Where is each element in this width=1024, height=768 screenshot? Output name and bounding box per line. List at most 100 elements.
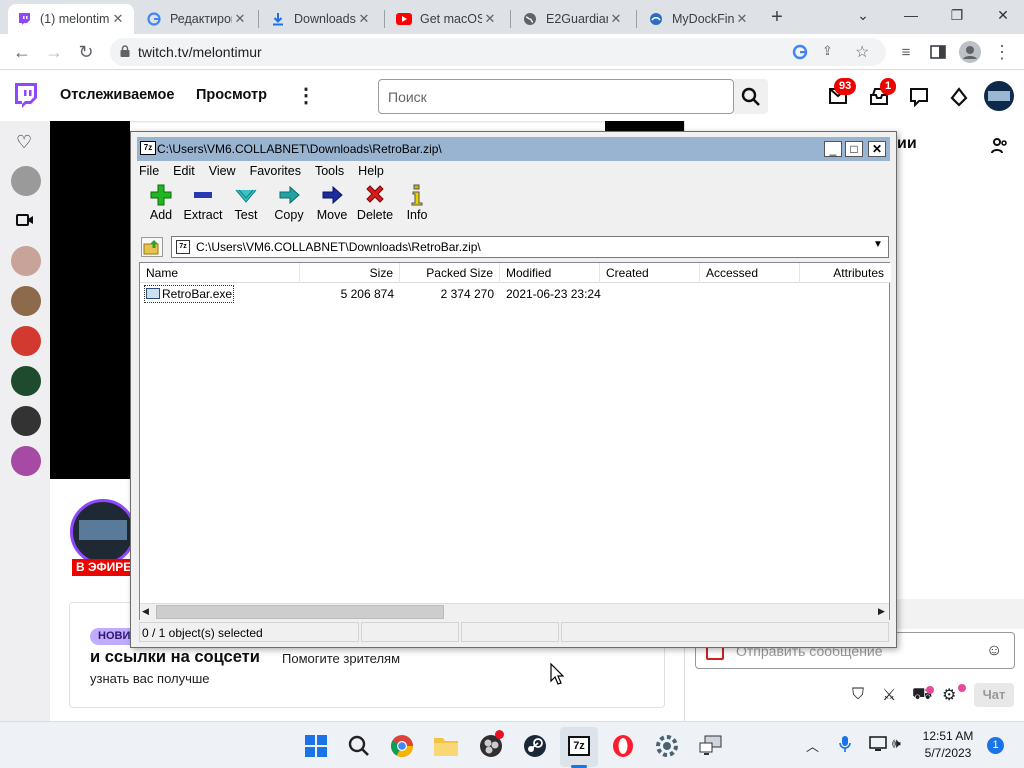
forward-icon[interactable]: → (40, 38, 68, 66)
menu-edit[interactable]: Edit (173, 164, 195, 178)
menu-file[interactable]: File (139, 164, 159, 178)
share-icon[interactable]: ⇪ (822, 43, 833, 59)
chrome-icon[interactable] (388, 732, 416, 760)
address-dropdown-icon[interactable]: ▼ (870, 239, 886, 255)
channel-avatar[interactable] (11, 446, 41, 476)
sword-icon[interactable]: ⚔ (882, 685, 896, 705)
profile-avatar-icon[interactable] (956, 38, 984, 66)
settings-icon[interactable] (653, 732, 681, 760)
tab-editor[interactable]: Редактирование ✕ (138, 4, 256, 34)
channel-avatar[interactable] (11, 286, 41, 316)
col-name[interactable]: Name (140, 263, 300, 283)
google-lens-icon[interactable] (792, 44, 808, 63)
start-windows-icon[interactable] (302, 732, 330, 760)
col-accessed[interactable]: Accessed (700, 263, 800, 283)
volume-icon[interactable]: 🕪 (892, 735, 901, 752)
shield-icon[interactable]: ⛉ (852, 686, 864, 704)
horizontal-scrollbar[interactable]: ◀ ▶ (140, 603, 889, 620)
side-panel-icon[interactable] (924, 38, 952, 66)
restore-icon[interactable]: ❐ (934, 0, 980, 30)
user-avatar[interactable] (984, 81, 1014, 111)
microphone-icon[interactable] (838, 735, 852, 756)
minimize-icon[interactable]: _ (824, 141, 842, 157)
tab-downloads[interactable]: Downloads ✕ (262, 4, 380, 34)
address-path-input[interactable]: 7z C:\Users\VM6.COLLABNET\Downloads\Retr… (171, 236, 889, 258)
tab-youtube[interactable]: Get macOS ✕ (388, 4, 506, 34)
channel-avatar[interactable] (11, 246, 41, 276)
tab-close-icon[interactable]: ✕ (232, 11, 248, 27)
steam-icon[interactable] (521, 732, 549, 760)
notification-center-badge[interactable]: 1 (987, 737, 1004, 754)
tab-mydockfinder[interactable]: MyDockFinder ✕ (640, 4, 758, 34)
channel-avatar[interactable] (11, 166, 41, 196)
scroll-left-icon[interactable]: ◀ (142, 606, 149, 617)
nav-browse[interactable]: Просмотр (196, 87, 267, 103)
channel-avatar[interactable] (11, 326, 41, 356)
sevenzip-title-bar[interactable]: 7z C:\Users\VM6.COLLABNET\Downloads\Retr… (137, 137, 890, 161)
col-attributes[interactable]: Attributes (800, 263, 890, 283)
tab-twitch[interactable]: (1) melontimur ✕ (8, 4, 134, 34)
channel-avatar[interactable] (11, 406, 41, 436)
file-explorer-icon[interactable] (432, 732, 460, 760)
menu-view[interactable]: View (209, 164, 236, 178)
emote-icon[interactable]: ☺ (986, 642, 1002, 660)
search-icon[interactable] (345, 732, 373, 760)
scrollbar-thumb[interactable] (156, 605, 444, 619)
copy-button[interactable]: Copy (267, 184, 311, 222)
nav-following[interactable]: Отслеживаемое (60, 87, 174, 103)
tab-close-icon[interactable]: ✕ (110, 11, 126, 27)
col-modified[interactable]: Modified (500, 263, 600, 283)
col-packed-size[interactable]: Packed Size (400, 263, 500, 283)
menu-tools[interactable]: Tools (315, 164, 344, 178)
tab-close-icon[interactable]: ✕ (356, 11, 372, 27)
maximize-icon[interactable]: □ (845, 141, 863, 157)
clock-time[interactable]: 12:51 AM (918, 729, 978, 743)
address-bar[interactable]: twitch.tv/melontimur ⇪ ☆ (110, 38, 886, 66)
network-icon[interactable] (868, 735, 888, 756)
search-button[interactable] (734, 79, 768, 114)
minimize-icon[interactable]: — (888, 0, 934, 30)
delete-button[interactable]: Delete (353, 184, 397, 222)
chat-send-button[interactable]: Чат (974, 683, 1014, 707)
tab-close-icon[interactable]: ✕ (482, 11, 498, 27)
channel-avatar-large[interactable] (70, 499, 136, 565)
twitch-logo-icon[interactable] (12, 83, 38, 114)
remote-desktop-icon[interactable] (697, 732, 725, 760)
tab-search-chevron-icon[interactable]: ⌄ (840, 0, 886, 30)
close-window-icon[interactable]: ✕ (980, 0, 1024, 30)
bits-icon[interactable] (949, 87, 969, 110)
col-size[interactable]: Size (300, 263, 400, 283)
add-button[interactable]: Add (139, 184, 183, 222)
video-player[interactable] (50, 121, 130, 479)
close-icon[interactable]: ✕ (868, 141, 886, 157)
channel-avatar[interactable] (11, 366, 41, 396)
search-input[interactable]: Поиск (378, 79, 734, 114)
folder-up-button[interactable] (141, 237, 163, 257)
bookmark-star-icon[interactable]: ☆ (855, 42, 869, 62)
back-icon[interactable]: ← (8, 38, 36, 66)
tab-e2guardian[interactable]: E2Guardian ✕ (514, 4, 632, 34)
menu-favorites[interactable]: Favorites (250, 164, 301, 178)
menu-help[interactable]: Help (358, 164, 384, 178)
sevenzip-taskbar-icon[interactable]: 7z (565, 732, 593, 760)
settings-gear-icon[interactable]: ⚙ (942, 685, 956, 705)
reload-icon[interactable]: ↻ (72, 38, 100, 66)
show-hidden-icons-chevron[interactable]: ︿ (806, 736, 819, 755)
info-button[interactable]: Info (395, 184, 439, 222)
clock-date[interactable]: 5/7/2023 (918, 746, 978, 760)
chrome-menu-icon[interactable]: ⋮ (988, 38, 1016, 66)
media-controls-icon[interactable]: ≡ (892, 38, 920, 66)
new-tab-icon[interactable]: + (764, 6, 790, 30)
scroll-right-icon[interactable]: ▶ (878, 606, 885, 617)
users-icon[interactable] (991, 137, 1009, 158)
more-options-icon[interactable]: ⋮ (296, 83, 316, 108)
col-created[interactable]: Created (600, 263, 700, 283)
settings-dot (958, 684, 966, 692)
move-button[interactable]: Move (310, 184, 354, 222)
test-button[interactable]: Test (224, 184, 268, 222)
tab-close-icon[interactable]: ✕ (608, 11, 624, 27)
opera-icon[interactable] (609, 732, 637, 760)
whispers-icon[interactable] (909, 87, 929, 110)
tab-close-icon[interactable]: ✕ (734, 11, 750, 27)
extract-button[interactable]: Extract (181, 184, 225, 222)
